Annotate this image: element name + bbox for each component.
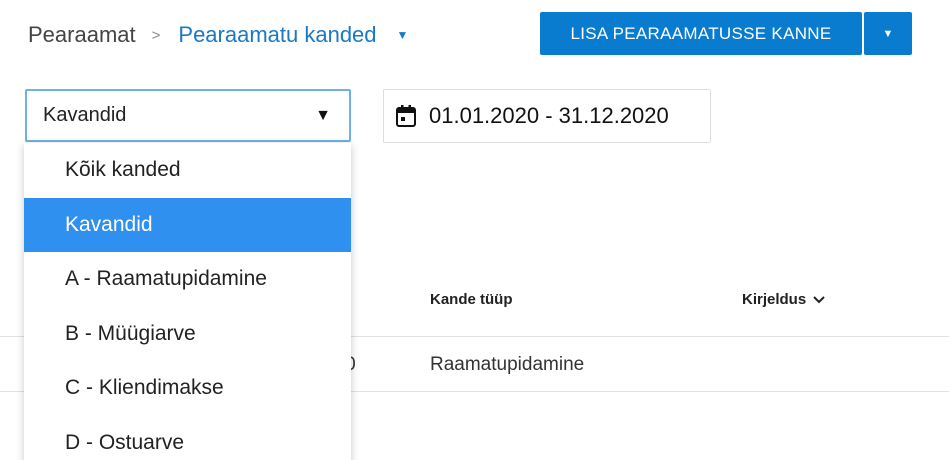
breadcrumb-root-link[interactable]: Pearaamat — [28, 22, 136, 48]
dropdown-option-sales-invoice[interactable]: B - Müügiarve — [24, 307, 351, 362]
dropdown-option-accounting[interactable]: A - Raamatupidamine — [24, 252, 351, 307]
date-range-value: 01.01.2020 - 31.12.2020 — [429, 103, 669, 128]
date-range-picker[interactable]: 01.01.2020 - 31.12.2020 — [383, 89, 711, 143]
caret-down-icon[interactable]: ▼ — [397, 28, 409, 42]
caret-down-icon: ▼ — [315, 106, 331, 124]
add-entry-button[interactable]: LISA PEARAAMATUSSE KANNE — [540, 12, 862, 55]
dropdown-option-customer-payment[interactable]: C - Kliendimakse — [24, 361, 351, 416]
calendar-icon — [396, 105, 416, 127]
entry-type-select-value: Kavandid — [43, 104, 127, 126]
row-type: Raamatupidamine — [430, 354, 585, 375]
column-header-description[interactable]: Kirjeldus — [742, 291, 826, 308]
breadcrumb: Pearaamat > Pearaamatu kanded ▼ — [28, 22, 408, 48]
column-header-type[interactable]: Kande tüüp — [430, 291, 513, 308]
dropdown-option-all[interactable]: Kõik kanded — [24, 143, 351, 198]
caret-down-icon: ▼ — [882, 27, 894, 40]
add-entry-button-group: LISA PEARAAMATUSSE KANNE ▼ — [540, 12, 912, 55]
entry-type-dropdown: Kõik kanded Kavandid A - Raamatupidamine… — [24, 143, 351, 460]
column-header-description-label: Kirjeldus — [742, 291, 807, 308]
dropdown-option-purchase-invoice[interactable]: D - Ostuarve — [24, 416, 351, 460]
dropdown-option-drafts[interactable]: Kavandid — [24, 197, 351, 252]
add-entry-options-button[interactable]: ▼ — [864, 12, 912, 55]
chevron-down-icon — [813, 295, 825, 303]
breadcrumb-separator: > — [151, 26, 161, 44]
breadcrumb-current[interactable]: Pearaamatu kanded — [178, 22, 376, 48]
entry-type-select[interactable]: Kavandid ▼ — [25, 89, 351, 142]
